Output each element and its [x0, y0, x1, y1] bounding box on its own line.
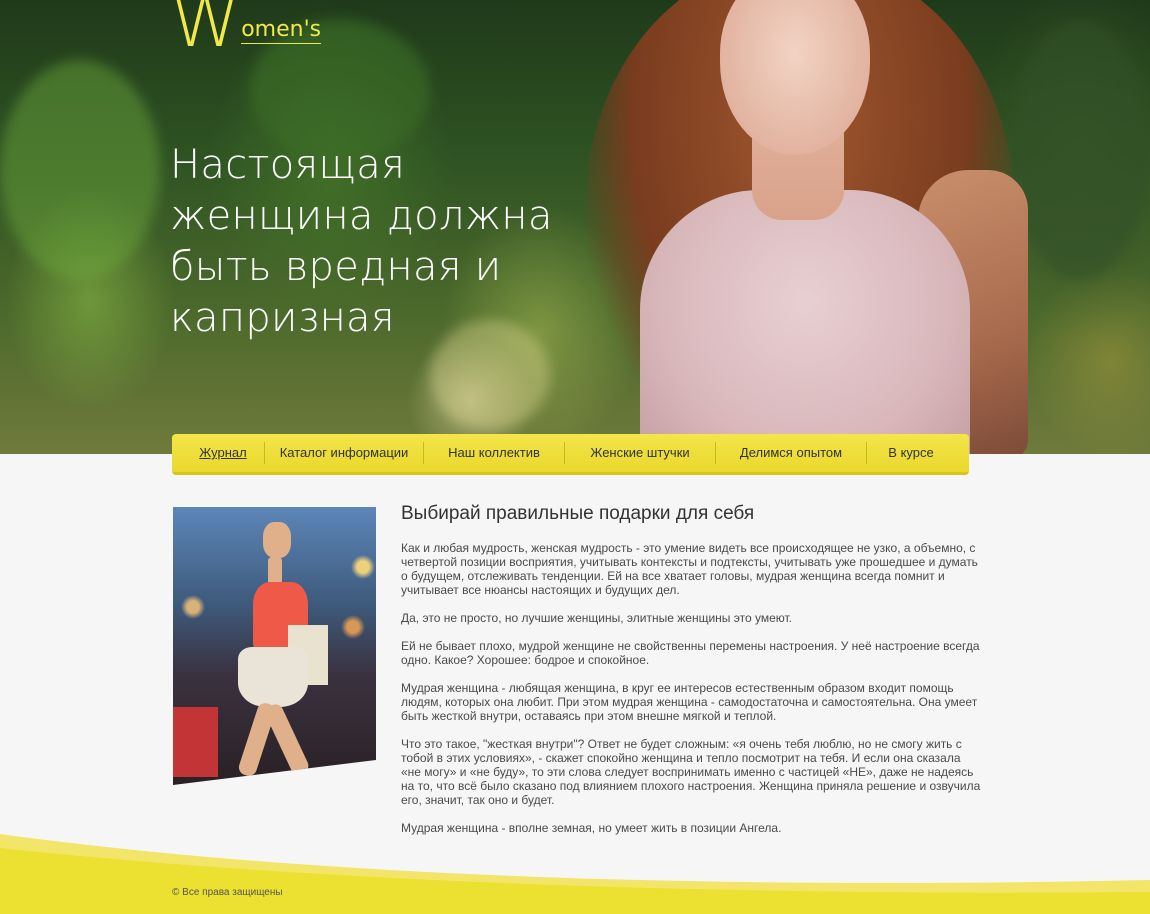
nav-item-experience[interactable]: Делимся опытом [716, 443, 866, 463]
article-paragraph: Мудрая женщина - любящая женщина, в круг… [401, 681, 978, 723]
article-paragraph: Что это такое, "жесткая внутри"? Ответ н… [401, 737, 981, 807]
article-title: Выбирай правильные подарки для себя [401, 503, 755, 524]
nav-item-team[interactable]: Наш коллектив [424, 443, 564, 463]
photo-model-skirt [238, 647, 308, 707]
photo-model-neck [268, 557, 282, 585]
hero-banner: W omen's Настоящая женщина должна быть в… [0, 0, 1150, 454]
photo-model-head [263, 522, 291, 558]
hero-model-top [640, 190, 970, 454]
article-paragraph: Ей не бывает плохо, мудрой женщине не св… [401, 639, 980, 667]
article-paragraph: Да, это не просто, но лучшие женщины, эл… [401, 611, 792, 625]
photo-shopping-bag [173, 707, 218, 777]
footer-wave [0, 834, 1150, 914]
hero-headline: Настоящая женщина должна быть вредная и … [170, 142, 553, 341]
article-paragraph: Как и любая мудрость, женская мудрость -… [401, 541, 978, 597]
bokeh-blob [0, 60, 160, 280]
photo-model-leg [262, 701, 312, 778]
article: Выбирай правильные подарки для себя Как … [401, 503, 981, 849]
main-navigation: Журнал Каталог информации Наш коллектив … [172, 434, 969, 475]
article-photo [173, 507, 376, 785]
nav-item-catalog[interactable]: Каталог информации [265, 443, 423, 463]
site-logo[interactable]: W omen's [170, 0, 322, 63]
logo-initial: W [170, 0, 242, 63]
bokeh-blob [1010, 20, 1150, 280]
nav-item-women-things[interactable]: Женские штучки [565, 443, 715, 463]
logo-text: omen's [241, 17, 322, 44]
footer-copyright: © Все права защищены [172, 887, 283, 898]
nav-item-news[interactable]: В курсе [867, 443, 955, 463]
nav-item-journal[interactable]: Журнал [182, 443, 264, 463]
